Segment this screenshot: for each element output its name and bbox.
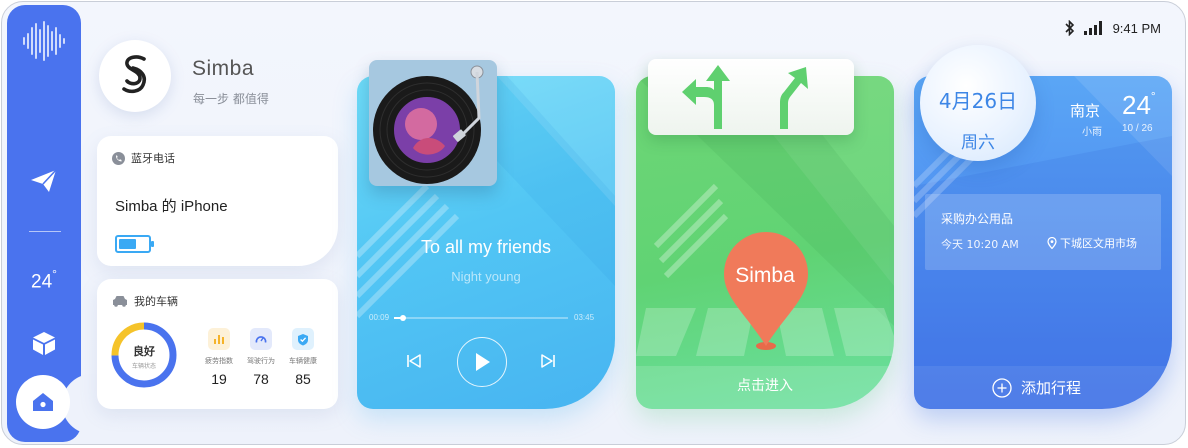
schedule-location-text: 下城区文用市场: [1060, 237, 1137, 250]
box-icon[interactable]: [7, 330, 81, 356]
home-icon: [33, 393, 53, 411]
skip-next-icon: [541, 354, 555, 368]
fatigue-metric[interactable]: 疲劳指数 19: [197, 328, 241, 387]
send-icon[interactable]: [7, 169, 81, 193]
fatigue-label: 疲劳指数: [205, 357, 233, 365]
bluetooth-phone-card[interactable]: 蓝牙电话 Simba 的 iPhone: [97, 136, 338, 266]
vehicle-status-label: 车辆状态: [131, 363, 156, 370]
navigation-enter-button[interactable]: 点击进入: [636, 375, 894, 395]
album-cover[interactable]: [369, 60, 497, 186]
voice-wave-icon[interactable]: [7, 19, 81, 63]
driving-behavior-value: 78: [253, 371, 269, 387]
signal-icon: [1083, 21, 1102, 35]
weather-condition: 小雨: [1082, 127, 1102, 138]
vehicle-health-metric[interactable]: 车辆健康 85: [281, 328, 325, 387]
sidebar-divider: [29, 231, 61, 232]
next-button[interactable]: [536, 349, 560, 373]
vehicle-card-header: 我的车辆: [112, 293, 178, 309]
my-vehicle-card[interactable]: 我的车辆 良好 车辆状态 疲劳指数 19 驾驶行为 78 车辆健康 85: [97, 279, 338, 409]
driving-behavior-metric[interactable]: 驾驶行为 78: [239, 328, 283, 387]
vehicle-card-title: 我的车辆: [134, 295, 178, 308]
song-title: To all my friends: [420, 237, 552, 257]
battery-level: [119, 239, 136, 249]
phone-icon: [112, 151, 125, 165]
add-schedule-button[interactable]: 添加行程: [992, 377, 1081, 398]
driving-behavior-label: 驾驶行为: [247, 357, 275, 365]
total-time: 03:45: [574, 313, 595, 322]
vehicle-health-label: 车辆健康: [289, 357, 317, 365]
vehicle-health-value: 85: [295, 371, 311, 387]
song-artist: Night young: [451, 269, 521, 284]
car-icon: [113, 296, 127, 307]
weather-temp-range: 10 / 26: [1122, 123, 1153, 134]
schedule-location: 下城区文用市场: [1047, 235, 1137, 251]
lane-guidance-sign: [648, 59, 854, 135]
fatigue-value: 19: [211, 371, 227, 387]
progress-bar[interactable]: [394, 315, 568, 321]
previous-button[interactable]: [402, 349, 426, 373]
sidebar-temperature: 24°: [31, 267, 57, 293]
vehicle-status: 良好 车辆状态: [110, 343, 178, 370]
battery-icon: [115, 235, 154, 253]
home-button[interactable]: [16, 375, 70, 429]
bluetooth-device-name: Simba 的 iPhone: [115, 198, 228, 215]
simba-logo-icon: [122, 55, 147, 94]
calendar-weekday: 周六: [961, 133, 995, 153]
avatar[interactable]: [99, 40, 171, 112]
schedule-item[interactable]: [925, 194, 1161, 270]
shield-check-icon: [292, 328, 314, 350]
bar-chart-icon: [208, 328, 230, 350]
current-time: 00:09: [369, 313, 390, 322]
vehicle-status-value: 良好: [133, 345, 155, 358]
progress-knob[interactable]: [399, 315, 406, 321]
add-schedule-label: 添加行程: [1021, 379, 1082, 397]
status-bar: 9:41 PM: [1065, 20, 1161, 36]
dashboard-frame: 24° 9:41 PM Simba 每一步 都值得 蓝牙电话 Simba 的 i…: [1, 1, 1186, 445]
play-button[interactable]: [457, 337, 507, 387]
status-time: 9:41 PM: [1112, 20, 1161, 36]
profile-slogan: 每一步 都值得: [193, 92, 269, 106]
schedule-title: 采购办公用品: [941, 212, 1014, 226]
weather-city: 南京: [1070, 102, 1101, 120]
skip-previous-icon: [407, 354, 421, 368]
weather-temperature: 24°: [1122, 89, 1156, 120]
bluetooth-card-title: 蓝牙电话: [131, 152, 175, 165]
turn-arrows-icon: [682, 65, 808, 129]
map-pin-label: Simba: [735, 264, 795, 287]
bluetooth-card-header: 蓝牙电话: [112, 150, 175, 166]
vinyl-record-icon: [373, 65, 484, 184]
bluetooth-icon: [1065, 20, 1074, 36]
play-icon: [476, 353, 490, 371]
profile-name: Simba: [192, 57, 255, 80]
location-pin-icon: [1047, 237, 1057, 249]
add-circle-icon: [992, 377, 1012, 398]
calendar-date: 4月26日: [938, 89, 1018, 113]
speedometer-icon: [250, 328, 272, 350]
schedule-time: 今天 10:20 AM: [941, 238, 1019, 251]
